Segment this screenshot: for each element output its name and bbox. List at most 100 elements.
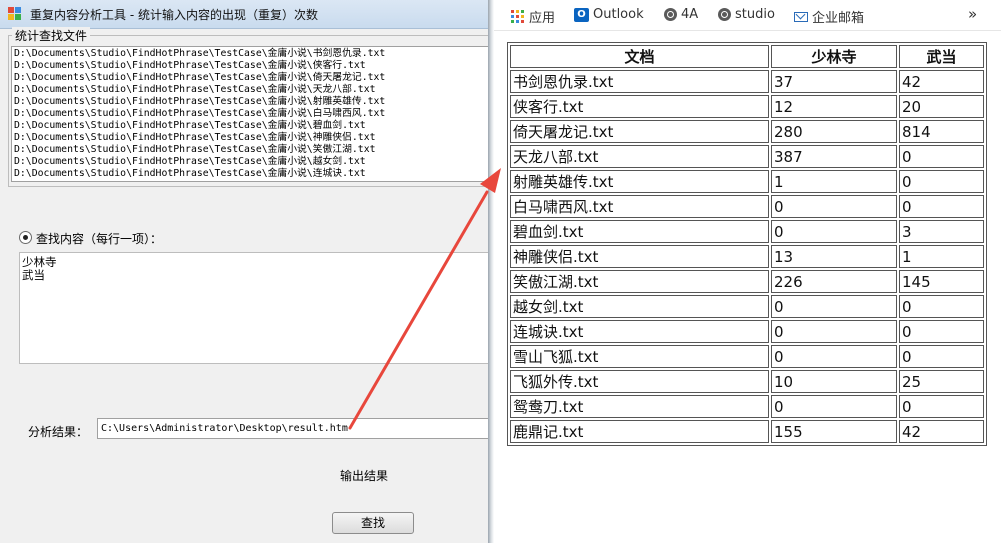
file-list-item: D:\Documents\Studio\FindHotPhrase\TestCa… xyxy=(14,108,386,119)
cell-wudang-count: 1 xyxy=(899,245,984,268)
cell-wudang-count: 0 xyxy=(899,395,984,418)
search-content-radio[interactable] xyxy=(19,231,32,244)
app-icon xyxy=(8,7,22,21)
cell-document: 鸳鸯刀.txt xyxy=(510,395,769,418)
cell-shaolin-count: 155 xyxy=(771,420,897,443)
table-row: 倚天屠龙记.txt 280 814 xyxy=(510,120,984,143)
cell-document: 越女剑.txt xyxy=(510,295,769,318)
file-list-item: D:\Documents\Studio\FindHotPhrase\TestCa… xyxy=(14,168,366,179)
table-row: 鹿鼎记.txt 155 42 xyxy=(510,420,984,443)
result-table: 文档 少林寺 武当 书剑恩仇录.txt 37 42 侠客行.txt 12 20 倚天屠龙记.… xyxy=(507,42,987,446)
search-button[interactable]: 查找 xyxy=(332,512,414,534)
column-header-wudang: 武当 xyxy=(899,45,984,68)
search-term-line: 少林寺 xyxy=(22,255,57,269)
bookmark-label: 企业邮箱 xyxy=(812,11,865,26)
search-terms-textbox[interactable]: 少林寺 武当 xyxy=(19,252,490,364)
table-row: 神雕侠侣.txt 13 1 xyxy=(510,245,984,268)
bookmark-label: 4A xyxy=(681,7,699,22)
table-row: 射雕英雄传.txt 1 0 xyxy=(510,170,984,193)
result-label: 分析结果： xyxy=(28,425,89,439)
file-list-item: D:\Documents\Studio\FindHotPhrase\TestCa… xyxy=(14,60,366,71)
title-bar[interactable]: 重复内容分析工具 - 统计输入内容的出现（重复）次数 xyxy=(0,0,490,29)
column-header-shaolin: 少林寺 xyxy=(771,45,897,68)
cell-wudang-count: 0 xyxy=(899,195,984,218)
cell-document: 倚天屠龙记.txt xyxy=(510,120,769,143)
table-row: 越女剑.txt 0 0 xyxy=(510,295,984,318)
cell-wudang-count: 814 xyxy=(899,120,984,143)
cell-document: 鹿鼎记.txt xyxy=(510,420,769,443)
bookmark-label: 应用 xyxy=(529,11,556,26)
cell-document: 射雕英雄传.txt xyxy=(510,170,769,193)
file-list-item: D:\Documents\Studio\FindHotPhrase\TestCa… xyxy=(14,120,366,131)
bookmark-label: Outlook xyxy=(593,7,644,22)
cell-document: 笑傲江湖.txt xyxy=(510,270,769,293)
bookmark-enterprise-mail[interactable]: 企业邮箱 xyxy=(794,7,865,26)
file-list-item: D:\Documents\Studio\FindHotPhrase\TestCa… xyxy=(14,144,376,155)
cell-shaolin-count: 0 xyxy=(771,345,897,368)
cell-shaolin-count: 1 xyxy=(771,170,897,193)
bookmark-studio[interactable]: studio xyxy=(718,7,775,25)
bookmark-outlook[interactable]: O Outlook xyxy=(574,7,644,25)
table-row: 碧血剑.txt 0 3 xyxy=(510,220,984,243)
table-row: 书剑恩仇录.txt 37 42 xyxy=(510,70,984,93)
bookmark-4a[interactable]: 4A xyxy=(664,7,698,25)
output-result-label: 输出结果 xyxy=(340,469,389,483)
cell-shaolin-count: 387 xyxy=(771,145,897,168)
table-row: 白马啸西风.txt 0 0 xyxy=(510,195,984,218)
cell-wudang-count: 20 xyxy=(899,95,984,118)
file-list-item: D:\Documents\Studio\FindHotPhrase\TestCa… xyxy=(14,132,376,143)
bookmarks-bar: 应用 O Outlook 4A studio 企业邮箱 » xyxy=(494,0,1001,31)
cell-shaolin-count: 0 xyxy=(771,395,897,418)
window-title: 重复内容分析工具 - 统计输入内容的出现（重复）次数 xyxy=(30,8,318,22)
globe-icon xyxy=(664,8,677,21)
bookmark-label: studio xyxy=(735,7,775,22)
cell-wudang-count: 0 xyxy=(899,170,984,193)
mail-icon xyxy=(794,11,808,22)
cell-document: 飞狐外传.txt xyxy=(510,370,769,393)
cell-wudang-count: 0 xyxy=(899,145,984,168)
bookmark-apps[interactable]: 应用 xyxy=(511,7,556,26)
cell-document: 白马啸西风.txt xyxy=(510,195,769,218)
files-group-label: 统计查找文件 xyxy=(12,27,91,44)
cell-shaolin-count: 13 xyxy=(771,245,897,268)
cell-shaolin-count: 10 xyxy=(771,370,897,393)
more-bookmarks-icon[interactable]: » xyxy=(968,5,977,23)
cell-shaolin-count: 226 xyxy=(771,270,897,293)
apps-grid-icon xyxy=(511,9,525,24)
cell-shaolin-count: 0 xyxy=(771,320,897,343)
cell-wudang-count: 3 xyxy=(899,220,984,243)
cell-document: 侠客行.txt xyxy=(510,95,769,118)
search-content-radio-label: 查找内容（每行一项）： xyxy=(36,232,163,246)
globe-icon xyxy=(718,8,731,21)
table-row: 鸳鸯刀.txt 0 0 xyxy=(510,395,984,418)
cell-document: 神雕侠侣.txt xyxy=(510,245,769,268)
cell-document: 碧血剑.txt xyxy=(510,220,769,243)
browser-window: 应用 O Outlook 4A studio 企业邮箱 » 文档 少林寺 武当 书… xyxy=(494,0,1001,543)
table-row: 天龙八部.txt 387 0 xyxy=(510,145,984,168)
file-list-item: D:\Documents\Studio\FindHotPhrase\TestCa… xyxy=(14,156,366,167)
cell-shaolin-count: 0 xyxy=(771,220,897,243)
file-list-item: D:\Documents\Studio\FindHotPhrase\TestCa… xyxy=(14,72,386,83)
cell-wudang-count: 42 xyxy=(899,70,984,93)
cell-wudang-count: 0 xyxy=(899,345,984,368)
table-row: 雪山飞狐.txt 0 0 xyxy=(510,345,984,368)
table-row: 飞狐外传.txt 10 25 xyxy=(510,370,984,393)
table-row: 连城诀.txt 0 0 xyxy=(510,320,984,343)
file-list-item: D:\Documents\Studio\FindHotPhrase\TestCa… xyxy=(14,84,376,95)
cell-shaolin-count: 280 xyxy=(771,120,897,143)
cell-wudang-count: 42 xyxy=(899,420,984,443)
cell-document: 连城诀.txt xyxy=(510,320,769,343)
column-header-document: 文档 xyxy=(510,45,769,68)
analysis-tool-window: 重复内容分析工具 - 统计输入内容的出现（重复）次数 统计查找文件 D:\Doc… xyxy=(0,0,490,543)
file-list-textbox[interactable]: D:\Documents\Studio\FindHotPhrase\TestCa… xyxy=(11,46,490,182)
file-list-item: D:\Documents\Studio\FindHotPhrase\TestCa… xyxy=(14,48,386,59)
result-path-input[interactable]: C:\Users\Administrator\Desktop\result.ht… xyxy=(97,418,490,439)
cell-wudang-count: 0 xyxy=(899,295,984,318)
cell-shaolin-count: 0 xyxy=(771,195,897,218)
cell-shaolin-count: 0 xyxy=(771,295,897,318)
file-list-item: D:\Documents\Studio\FindHotPhrase\TestCa… xyxy=(14,96,386,107)
cell-wudang-count: 25 xyxy=(899,370,984,393)
table-header-row: 文档 少林寺 武当 xyxy=(510,45,984,68)
cell-wudang-count: 145 xyxy=(899,270,984,293)
cell-wudang-count: 0 xyxy=(899,320,984,343)
